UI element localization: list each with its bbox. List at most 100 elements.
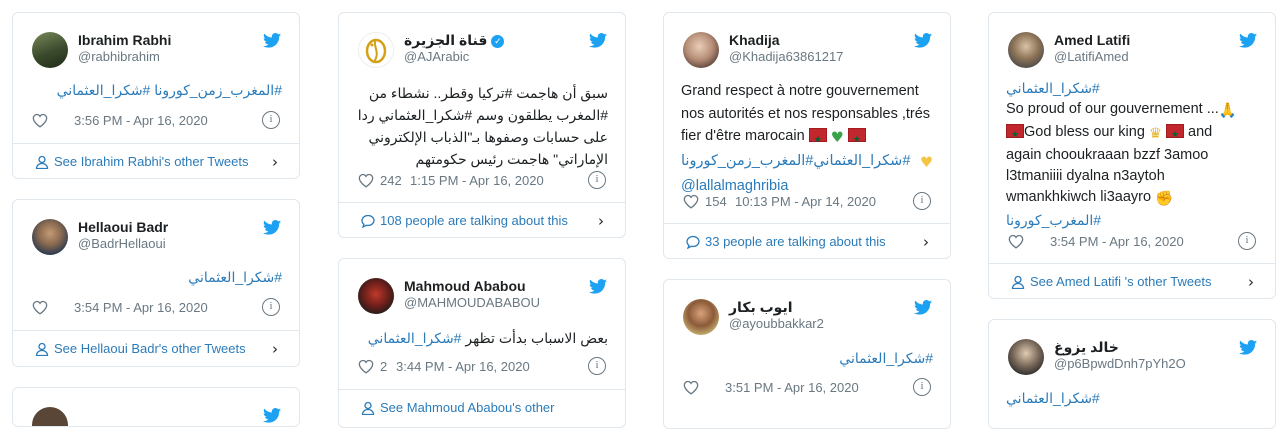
avatar[interactable] bbox=[1008, 339, 1044, 375]
tweet-line: God bless our king ♛ and bbox=[1006, 122, 1258, 145]
tweet-text[interactable]: #شكرا_العثماني bbox=[1006, 388, 1258, 409]
author-handle[interactable]: @BadrHellaoui bbox=[78, 236, 166, 251]
author-name[interactable]: Khadija bbox=[729, 32, 780, 48]
tweet-card-hellaoui[interactable]: Hellaoui Badr @BadrHellaoui #شكرا_العثما… bbox=[12, 199, 300, 367]
avatar[interactable] bbox=[32, 407, 68, 426]
twitter-bird-icon[interactable] bbox=[1239, 33, 1257, 48]
hashtags[interactable]: #شكرا_العثماني#المغرب_زمن_كورونا bbox=[681, 153, 910, 169]
heart-icon[interactable] bbox=[32, 113, 48, 128]
chevron-right-icon: › bbox=[598, 212, 604, 230]
tweet-card-bakkar[interactable]: ايوب بكار @ayoubbakkar2 #شكرا_العثماني 3… bbox=[663, 279, 951, 429]
tweet-timestamp[interactable]: 3:54 PM - Apr 16, 2020 bbox=[74, 300, 208, 315]
tweet-meta: 3:56 PM - Apr 16, 2020 i bbox=[32, 111, 280, 131]
avatar[interactable] bbox=[683, 32, 719, 68]
heart-icon[interactable] bbox=[1008, 234, 1024, 249]
tweet-text[interactable]: #المغرب_زمن_كورونا #شكرا_العثماني bbox=[30, 80, 282, 101]
avatar[interactable] bbox=[358, 278, 394, 314]
tweet-meta: 3:54 PM - Apr 16, 2020 i bbox=[32, 298, 280, 318]
avatar[interactable] bbox=[683, 299, 719, 335]
avatar[interactable] bbox=[1008, 32, 1044, 68]
author-name[interactable]: Ibrahim Rabhi bbox=[78, 32, 171, 48]
tweet-meta: 3:51 PM - Apr 16, 2020 i bbox=[683, 378, 931, 398]
author-name[interactable]: Hellaoui Badr bbox=[78, 219, 168, 235]
author-handle[interactable]: @LatifiAmed bbox=[1054, 49, 1129, 64]
twitter-bird-icon[interactable] bbox=[1239, 340, 1257, 355]
tweet-card-latifi[interactable]: Amed Latifi @LatifiAmed #شكرا_العثماني S… bbox=[988, 12, 1276, 299]
avatar[interactable] bbox=[32, 219, 68, 255]
tweet-text[interactable]: Grand respect à notre gouvernement nos a… bbox=[681, 80, 933, 197]
avatar[interactable] bbox=[358, 32, 394, 68]
hashtag[interactable]: #شكرا_العثماني bbox=[1006, 78, 1258, 99]
tweet-line-text: and bbox=[1188, 124, 1213, 140]
author-handle[interactable]: @MAHMOUDABABOU bbox=[404, 295, 540, 310]
heart-icon[interactable] bbox=[358, 173, 374, 188]
twitter-bird-icon[interactable] bbox=[914, 300, 932, 315]
tweet-line: wmankhkiwch li3aayro ✊ bbox=[1006, 187, 1258, 210]
morocco-flag-emoji bbox=[1165, 124, 1184, 145]
tweet-header: Amed Latifi @LatifiAmed bbox=[989, 13, 1275, 79]
author-handle[interactable]: @p6BpwdDnh7pYh2O bbox=[1054, 356, 1186, 371]
info-icon[interactable]: i bbox=[588, 357, 606, 375]
footer-label: 33 people are talking about this bbox=[705, 234, 886, 249]
twitter-bird-icon[interactable] bbox=[263, 408, 281, 423]
twitter-bird-icon[interactable] bbox=[263, 33, 281, 48]
tweet-text[interactable]: سبق أن هاجمت #تركيا وقطر.. نشطاء من #الم… bbox=[356, 82, 608, 170]
twitter-bird-icon[interactable] bbox=[914, 33, 932, 48]
tweet-line: #شكرا_العثماني#المغرب_زمن_كورونا bbox=[681, 150, 933, 173]
heart-icon[interactable] bbox=[32, 300, 48, 315]
twitter-bird-icon[interactable] bbox=[589, 33, 607, 48]
tweet-timestamp[interactable]: 3:54 PM - Apr 16, 2020 bbox=[1050, 234, 1184, 249]
author-name[interactable]: Mahmoud Ababou bbox=[404, 278, 526, 294]
conversation-link[interactable]: 33 people are talking about this › bbox=[664, 224, 950, 258]
heart-icon[interactable] bbox=[683, 194, 699, 209]
author-handle[interactable]: @AJArabic bbox=[404, 49, 469, 64]
info-icon[interactable]: i bbox=[1238, 232, 1256, 250]
tweet-text[interactable]: بعض الاسباب بدأت تظهر #شكرا_العثماني bbox=[356, 328, 608, 349]
hashtag[interactable]: #المغرب_كورونا bbox=[1006, 210, 1258, 231]
info-icon[interactable]: i bbox=[262, 111, 280, 129]
avatar[interactable] bbox=[32, 32, 68, 68]
see-other-tweets-link[interactable]: See Amed Latifi 's other Tweets › bbox=[989, 264, 1275, 298]
tweet-card-khadija[interactable]: Khadija @Khadija63861217 Grand respect à… bbox=[663, 12, 951, 259]
tweet-line-text: fier d'être marocain bbox=[681, 128, 805, 144]
author-handle[interactable]: @Khadija63861217 bbox=[729, 49, 843, 64]
tweet-card-partial[interactable] bbox=[12, 387, 300, 427]
see-other-tweets-link[interactable]: See Ibrahim Rabhi's other Tweets › bbox=[13, 144, 299, 178]
tweet-text[interactable]: #شكرا_العثماني bbox=[681, 348, 933, 369]
author-handle[interactable]: @ayoubbakkar2 bbox=[729, 316, 824, 331]
green-heart-emoji: ♥ bbox=[830, 130, 844, 146]
tweet-card-ababou[interactable]: Mahmoud Ababou @MAHMOUDABABOU بعض الاسبا… bbox=[338, 258, 626, 428]
info-icon[interactable]: i bbox=[588, 171, 606, 189]
tweet-card-rabhi[interactable]: Ibrahim Rabhi @rabhibrahim #المغرب_زمن_ك… bbox=[12, 12, 300, 179]
tweet-timestamp[interactable]: 1:15 PM - Apr 16, 2020 bbox=[410, 173, 544, 188]
speech-bubble-icon bbox=[361, 214, 375, 228]
tweet-timestamp[interactable]: 3:51 PM - Apr 16, 2020 bbox=[725, 380, 859, 395]
twitter-bird-icon[interactable] bbox=[263, 220, 281, 235]
see-other-tweets-link[interactable]: See Hellaoui Badr's other Tweets › bbox=[13, 331, 299, 366]
author-name[interactable]: خالد يزوغ bbox=[1054, 339, 1119, 356]
see-other-tweets-link[interactable]: See Mahmoud Ababou's other bbox=[339, 390, 625, 426]
author-name-text: قناة الجزيرة bbox=[404, 32, 488, 48]
author-name[interactable]: Amed Latifi bbox=[1054, 32, 1130, 48]
person-icon bbox=[35, 342, 49, 356]
tweet-timestamp[interactable]: 3:56 PM - Apr 16, 2020 bbox=[74, 113, 208, 128]
info-icon[interactable]: i bbox=[262, 298, 280, 316]
tweet-text[interactable]: #شكرا_العثماني bbox=[30, 267, 282, 288]
author-name[interactable]: قناة الجزيرة ✓ bbox=[404, 32, 505, 49]
heart-icon[interactable] bbox=[358, 359, 374, 374]
author-name[interactable]: ايوب بكار bbox=[729, 299, 793, 316]
footer-label: See Hellaoui Badr's other Tweets bbox=[54, 341, 246, 356]
twitter-bird-icon[interactable] bbox=[589, 279, 607, 294]
hashtag[interactable]: #شكرا_العثماني bbox=[368, 330, 462, 346]
conversation-link[interactable]: 108 people are talking about this › bbox=[339, 203, 625, 237]
author-handle[interactable]: @rabhibrahim bbox=[78, 49, 160, 64]
info-icon[interactable]: i bbox=[913, 192, 931, 210]
tweet-card-yazough[interactable]: خالد يزوغ @p6BpwdDnh7pYh2O #شكرا_العثمان… bbox=[988, 319, 1276, 429]
info-icon[interactable]: i bbox=[913, 378, 931, 396]
tweet-timestamp[interactable]: 3:44 PM - Apr 16, 2020 bbox=[396, 359, 530, 374]
tweet-text[interactable]: #شكرا_العثماني So proud of our gouvernem… bbox=[1006, 78, 1258, 231]
heart-icon[interactable] bbox=[683, 380, 699, 395]
tweet-timestamp[interactable]: 10:13 PM - Apr 14, 2020 bbox=[735, 194, 876, 209]
tweet-card-aljazeera[interactable]: قناة الجزيرة ✓ @AJArabic سبق أن هاجمت #تر… bbox=[338, 12, 626, 238]
tweet-line: again chooukraaan bzzf 3amoo bbox=[1006, 147, 1209, 163]
